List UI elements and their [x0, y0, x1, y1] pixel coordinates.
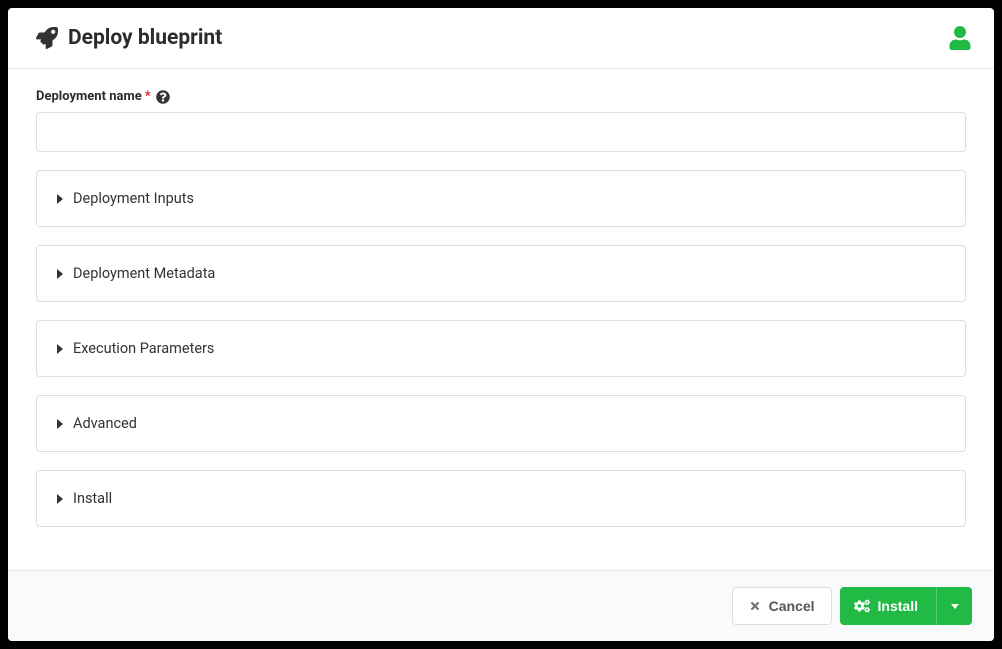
- accordion-deployment-inputs[interactable]: Deployment Inputs: [36, 170, 966, 227]
- accordion-execution-parameters[interactable]: Execution Parameters: [36, 320, 966, 377]
- accordion-install[interactable]: Install: [36, 470, 966, 527]
- accordion-header[interactable]: Execution Parameters: [37, 321, 965, 376]
- deployment-name-label-row: Deployment name *: [36, 89, 966, 104]
- caret-right-icon: [57, 344, 63, 354]
- accordion-header[interactable]: Advanced: [37, 396, 965, 451]
- accordion-header[interactable]: Deployment Inputs: [37, 171, 965, 226]
- install-label: Install: [878, 598, 918, 614]
- rocket-icon: [36, 27, 58, 49]
- accordion-header[interactable]: Deployment Metadata: [37, 246, 965, 301]
- accordion-title: Deployment Inputs: [73, 190, 194, 207]
- cancel-label: Cancel: [769, 598, 815, 614]
- help-icon[interactable]: [156, 90, 170, 104]
- accordion-header[interactable]: Install: [37, 471, 965, 526]
- required-asterisk: *: [145, 89, 151, 104]
- deployment-name-input[interactable]: [36, 112, 966, 152]
- install-button-group: Install: [840, 587, 972, 625]
- caret-right-icon: [57, 194, 63, 204]
- modal-title: Deploy blueprint: [68, 26, 222, 50]
- accordion-title: Advanced: [73, 415, 137, 432]
- chevron-down-icon: [951, 604, 959, 609]
- accordion-title: Execution Parameters: [73, 340, 214, 357]
- accordion-advanced[interactable]: Advanced: [36, 395, 966, 452]
- header-left: Deploy blueprint: [36, 26, 222, 50]
- deploy-blueprint-modal: Deploy blueprint Deployment name * Deplo…: [8, 8, 994, 641]
- caret-right-icon: [57, 494, 63, 504]
- deployment-name-label: Deployment name: [36, 89, 142, 104]
- modal-header: Deploy blueprint: [8, 8, 994, 69]
- cogs-icon: [854, 598, 870, 614]
- caret-right-icon: [57, 419, 63, 429]
- accordion-deployment-metadata[interactable]: Deployment Metadata: [36, 245, 966, 302]
- install-dropdown-button[interactable]: [936, 587, 972, 625]
- accordion-title: Install: [73, 490, 112, 507]
- close-icon: [749, 600, 761, 612]
- install-button[interactable]: Install: [840, 587, 936, 625]
- cancel-button[interactable]: Cancel: [732, 587, 832, 625]
- user-icon[interactable]: [948, 26, 972, 50]
- accordion-title: Deployment Metadata: [73, 265, 215, 282]
- caret-right-icon: [57, 269, 63, 279]
- modal-footer: Cancel Install: [8, 570, 994, 641]
- modal-body: Deployment name * Deployment Inputs Depl…: [8, 69, 994, 570]
